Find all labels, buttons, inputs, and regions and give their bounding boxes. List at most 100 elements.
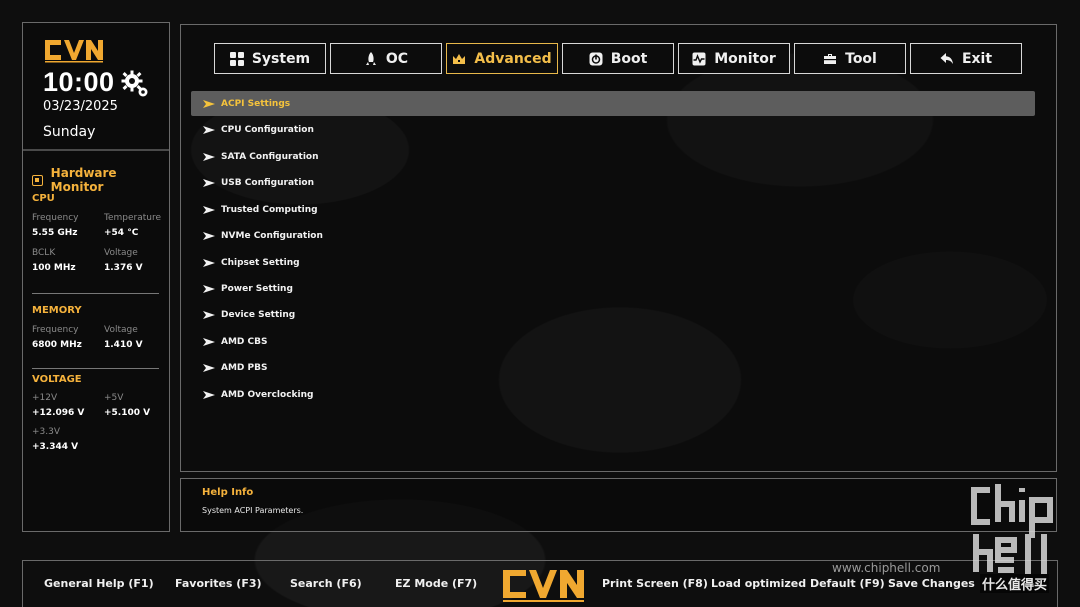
arrow-right-icon xyxy=(203,152,215,161)
cpu-section-title: CPU xyxy=(32,193,55,204)
arrow-right-icon xyxy=(203,205,215,214)
tab-label: Boot xyxy=(610,50,648,67)
tab-label: System xyxy=(251,50,311,67)
search-button[interactable]: Search (F6) xyxy=(290,577,362,590)
v12-label: +12V xyxy=(32,393,58,403)
menu-item-label: CPU Configuration xyxy=(221,124,314,135)
help-panel: Help Info System ACPI Parameters. xyxy=(180,478,1057,532)
arrow-right-icon xyxy=(203,231,215,240)
menu-item-label: Device Setting xyxy=(221,309,296,320)
help-text: System ACPI Parameters. xyxy=(202,506,304,515)
menu-item-cpu-configuration[interactable]: CPU Configuration xyxy=(191,117,1035,142)
cpu-voltage-label: Voltage xyxy=(104,248,138,258)
tab-label: Tool xyxy=(845,50,877,67)
menu-item-device-setting[interactable]: Device Setting xyxy=(191,302,1035,327)
menu-item-label: AMD CBS xyxy=(221,336,268,347)
cpu-frequency-label: Frequency xyxy=(32,213,79,223)
arrow-right-icon xyxy=(203,125,215,134)
menu-item-label: ACPI Settings xyxy=(221,98,291,109)
grid-icon xyxy=(229,51,244,66)
general-help-button[interactable]: General Help (F1) xyxy=(44,577,154,590)
menu-item-label: Chipset Setting xyxy=(221,257,300,268)
tab-label: Advanced xyxy=(474,50,552,67)
v12-value: +12.096 V xyxy=(32,408,85,418)
arrow-right-icon xyxy=(203,99,215,108)
gear-icon[interactable] xyxy=(120,69,150,99)
menu-item-label: SATA Configuration xyxy=(221,151,319,162)
pulse-icon xyxy=(692,52,706,65)
ez-mode-button[interactable]: EZ Mode (F7) xyxy=(395,577,477,590)
tab-monitor[interactable]: Monitor xyxy=(678,43,790,74)
menu-item-acpi-settings[interactable]: ACPI Settings xyxy=(191,91,1035,116)
memory-frequency-value: 6800 MHz xyxy=(32,340,82,350)
menu-item-label: AMD Overclocking xyxy=(221,389,314,400)
arrow-right-icon xyxy=(203,363,215,372)
chip-icon xyxy=(32,174,43,186)
tab-exit[interactable]: Exit xyxy=(910,43,1022,74)
left-sidebar: 10:00 03/23/2025 Sunday Hardware Monitor… xyxy=(22,22,170,532)
menu-item-amd-overclocking[interactable]: AMD Overclocking xyxy=(191,382,1035,407)
arrow-right-icon xyxy=(203,310,215,319)
cpu-frequency-value: 5.55 GHz xyxy=(32,228,78,238)
cvn-logo xyxy=(45,40,103,63)
help-title: Help Info xyxy=(202,487,254,498)
cpu-bclk-label: BCLK xyxy=(32,248,56,258)
arrow-right-icon xyxy=(203,284,215,293)
menu-item-amd-pbs[interactable]: AMD PBS xyxy=(191,355,1035,380)
menu-item-amd-cbs[interactable]: AMD CBS xyxy=(191,329,1035,354)
menu-item-label: Trusted Computing xyxy=(221,204,318,215)
divider xyxy=(32,368,159,369)
tab-system[interactable]: System xyxy=(214,43,326,74)
memory-voltage-value: 1.410 V xyxy=(104,340,143,350)
clock-time: 10:00 xyxy=(43,67,115,97)
arrow-right-icon xyxy=(203,258,215,267)
power-icon xyxy=(589,52,603,65)
voltage-section-title: VOLTAGE xyxy=(32,374,82,385)
smzdm-watermark: 什么值得买 xyxy=(980,574,1050,593)
favorites-button[interactable]: Favorites (F3) xyxy=(175,577,262,590)
menu-item-trusted-computing[interactable]: Trusted Computing xyxy=(191,197,1035,222)
memory-voltage-label: Voltage xyxy=(104,325,138,335)
menu-item-label: USB Configuration xyxy=(221,177,314,188)
rocket-icon xyxy=(365,51,376,65)
toolbox-icon xyxy=(824,53,837,64)
tab-label: OC xyxy=(385,50,409,67)
v33-value: +3.344 V xyxy=(32,442,79,452)
hardware-monitor-label: Hardware Monitor xyxy=(50,166,117,194)
clock-day: Sunday xyxy=(43,124,96,140)
clock-date: 03/23/2025 xyxy=(43,99,118,114)
tab-label: Exit xyxy=(961,50,993,67)
back-arrow-icon xyxy=(940,52,953,64)
menu-item-label: Power Setting xyxy=(221,283,293,294)
menu-item-chipset-setting[interactable]: Chipset Setting xyxy=(191,250,1035,275)
tab-oc[interactable]: OC xyxy=(330,43,442,74)
menu-item-power-setting[interactable]: Power Setting xyxy=(191,276,1035,301)
menu-item-nvme-configuration[interactable]: NVMe Configuration xyxy=(191,223,1035,248)
arrow-right-icon xyxy=(203,390,215,399)
save-changes-button[interactable]: Save Changes xyxy=(888,577,975,590)
tab-label: Monitor xyxy=(714,50,776,67)
clock-panel: 10:00 03/23/2025 Sunday xyxy=(23,23,169,151)
load-default-button[interactable]: Load optimized Default (F9) xyxy=(711,577,885,590)
v5-value: +5.100 V xyxy=(104,408,151,418)
menu-item-sata-configuration[interactable]: SATA Configuration xyxy=(191,144,1035,169)
memory-section-title: MEMORY xyxy=(32,305,82,316)
divider xyxy=(32,293,159,294)
cvn-footer-logo xyxy=(503,570,584,602)
v5-label: +5V xyxy=(104,393,124,403)
cpu-bclk-value: 100 MHz xyxy=(32,263,76,273)
menu-item-label: AMD PBS xyxy=(221,362,268,373)
menu-item-label: NVMe Configuration xyxy=(221,230,323,241)
tab-tool[interactable]: Tool xyxy=(794,43,906,74)
crown-icon xyxy=(453,53,466,64)
print-screen-button[interactable]: Print Screen (F8) xyxy=(602,577,708,590)
arrow-right-icon xyxy=(203,337,215,346)
menu-item-usb-configuration[interactable]: USB Configuration xyxy=(191,170,1035,195)
cpu-temperature-label: Temperature xyxy=(104,213,162,223)
tab-boot[interactable]: Boot xyxy=(562,43,674,74)
arrow-right-icon xyxy=(203,178,215,187)
memory-frequency-label: Frequency xyxy=(32,325,79,335)
tab-advanced[interactable]: Advanced xyxy=(446,43,558,74)
cpu-voltage-value: 1.376 V xyxy=(104,263,143,273)
v33-label: +3.3V xyxy=(32,427,61,437)
